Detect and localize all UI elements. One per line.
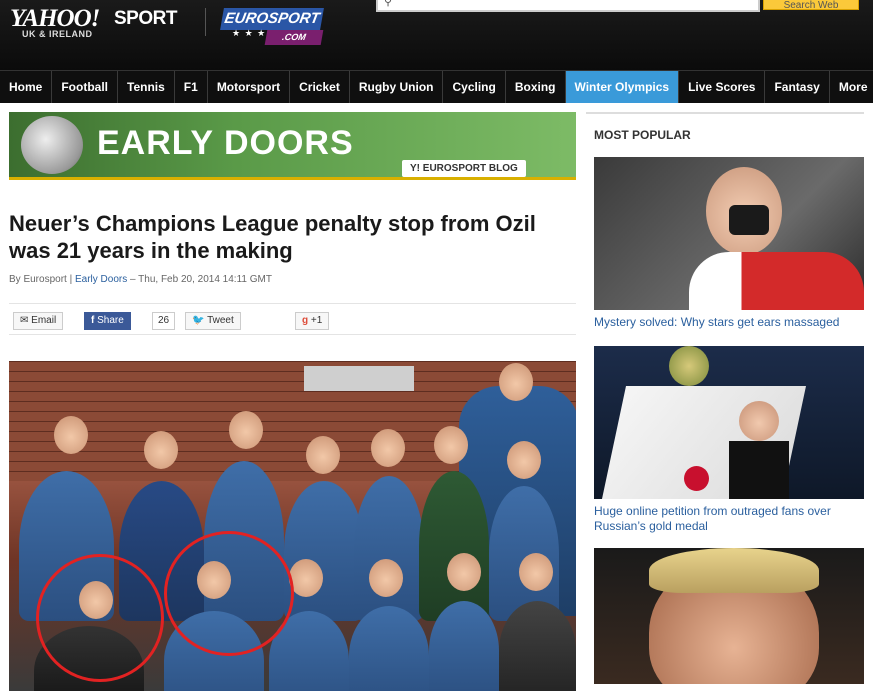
most-popular-sidebar: MOST POPULAR Mystery solved: Why stars g… bbox=[586, 112, 864, 684]
popular-item-3-image[interactable] bbox=[594, 548, 864, 684]
flowers bbox=[669, 346, 709, 386]
skater-jacket bbox=[689, 252, 864, 310]
highlight-circle-neuer bbox=[36, 554, 164, 682]
eurosport-logo[interactable]: EUROSPORT .COM bbox=[220, 8, 324, 46]
child-figure bbox=[489, 486, 559, 621]
early-doors-banner[interactable]: EARLY DOORS Y! EUROSPORT BLOG bbox=[9, 112, 576, 180]
facebook-icon: f bbox=[91, 315, 95, 326]
nav-item-f1[interactable]: F1 bbox=[175, 71, 208, 103]
eurosport-logo-domain: .COM bbox=[264, 30, 324, 45]
nav-item-rugby-union[interactable]: Rugby Union bbox=[350, 71, 444, 103]
twitter-icon: 🐦 bbox=[192, 315, 205, 326]
banner-title: EARLY DOORS bbox=[97, 124, 354, 162]
content-area: EARLY DOORS Y! EUROSPORT BLOG Neuer’s Ch… bbox=[0, 103, 873, 691]
popular-item-1-link[interactable]: Mystery solved: Why stars get ears massa… bbox=[594, 315, 864, 330]
flag-red-circle bbox=[684, 466, 709, 491]
share-bar: ✉ Email f Share 26 🐦 Tweet g +1 bbox=[9, 303, 576, 335]
tweet-label: Tweet bbox=[207, 315, 234, 326]
yahoo-sport-label[interactable]: SPORT bbox=[114, 8, 177, 30]
nav-item-home[interactable]: Home bbox=[0, 71, 53, 103]
nav-item-boxing[interactable]: Boxing bbox=[506, 71, 566, 103]
article-team-photo[interactable] bbox=[9, 361, 576, 691]
child-figure bbox=[284, 481, 364, 621]
child-figure bbox=[354, 476, 424, 621]
email-share-button[interactable]: ✉ Email bbox=[13, 312, 64, 330]
coach-head bbox=[499, 363, 533, 401]
google-plus-icon: g bbox=[302, 315, 309, 326]
search-web-button[interactable]: Search Web bbox=[763, 0, 859, 11]
google-plus-button[interactable]: g +1 bbox=[295, 312, 330, 330]
eurosport-logo-text: EUROSPORT bbox=[220, 8, 324, 30]
window-frame bbox=[304, 366, 414, 391]
child-figure bbox=[419, 471, 489, 621]
child-figure bbox=[429, 601, 499, 691]
child-head bbox=[371, 429, 405, 467]
google-plus-label: +1 bbox=[310, 315, 323, 326]
facebook-share-button[interactable]: f Share bbox=[84, 312, 131, 330]
nav-item-tennis[interactable]: Tennis bbox=[118, 71, 175, 103]
region-label: UK & IRELAND bbox=[22, 29, 93, 39]
popular-item-2-link[interactable]: Huge online petition from outraged fans … bbox=[594, 504, 864, 534]
goalkeeper-illustration bbox=[21, 116, 83, 174]
child-head bbox=[507, 441, 541, 479]
nav-item-winter-olympics[interactable]: Winter Olympics bbox=[565, 71, 680, 103]
email-label: Email bbox=[31, 315, 57, 326]
tweet-button[interactable]: 🐦 Tweet bbox=[185, 312, 241, 330]
child-head bbox=[144, 431, 178, 469]
main-nav: Home Football Tennis F1 Motorsport Cricket Rug… bbox=[0, 70, 873, 103]
nav-item-motorsport[interactable]: Motorsport bbox=[208, 71, 291, 103]
child-head bbox=[289, 559, 323, 597]
yahoo-y-icon: Y! bbox=[410, 163, 420, 174]
byline-date: – Thu, Feb 20, 2014 14:11 GMT bbox=[130, 274, 272, 285]
byline-author: By Eurosport | bbox=[9, 274, 73, 285]
nav-item-more[interactable]: More bbox=[830, 71, 873, 103]
article-headline: Neuer’s Champions League penalty stop fr… bbox=[9, 211, 536, 263]
child-head bbox=[306, 436, 340, 474]
logo-divider bbox=[205, 8, 206, 36]
popular-item-2-image[interactable] bbox=[594, 346, 864, 499]
child-head bbox=[369, 559, 403, 597]
site-header: YAHOO! SPORT UK & IRELAND EUROSPORT .COM… bbox=[0, 0, 873, 70]
nav-item-cycling[interactable]: Cycling bbox=[443, 71, 506, 103]
article-byline: By Eurosport | Early Doors – Thu, Feb 20… bbox=[9, 274, 272, 285]
highlight-circle-ozil bbox=[164, 531, 294, 656]
facebook-label: Share bbox=[97, 315, 124, 326]
banner-tag: Y! EUROSPORT BLOG bbox=[402, 160, 526, 177]
banner-tag-label: EUROSPORT BLOG bbox=[422, 163, 518, 174]
child-head bbox=[229, 411, 263, 449]
man-hair bbox=[649, 548, 819, 593]
most-popular-title: MOST POPULAR bbox=[594, 128, 691, 142]
email-icon: ✉ bbox=[20, 315, 29, 326]
facebook-share-count: 26 bbox=[152, 312, 176, 330]
search-input[interactable]: ⚲ bbox=[376, 0, 760, 12]
child-head bbox=[519, 553, 553, 591]
child-figure bbox=[499, 601, 576, 691]
stars-icon: ★ ★ ★ bbox=[232, 28, 267, 38]
nav-item-fantasy[interactable]: Fantasy bbox=[765, 71, 830, 103]
popular-item-1-image[interactable] bbox=[594, 157, 864, 310]
child-head bbox=[54, 416, 88, 454]
nav-item-live-scores[interactable]: Live Scores bbox=[679, 71, 766, 103]
nav-item-football[interactable]: Football bbox=[52, 71, 119, 103]
search-icon: ⚲ bbox=[384, 0, 393, 8]
byline-blog-link[interactable]: Early Doors bbox=[75, 274, 127, 285]
child-head bbox=[447, 553, 481, 591]
skater-body bbox=[729, 441, 789, 499]
gloved-hand bbox=[729, 205, 769, 235]
child-head bbox=[434, 426, 468, 464]
skater-face bbox=[739, 401, 779, 441]
nav-item-cricket[interactable]: Cricket bbox=[290, 71, 350, 103]
